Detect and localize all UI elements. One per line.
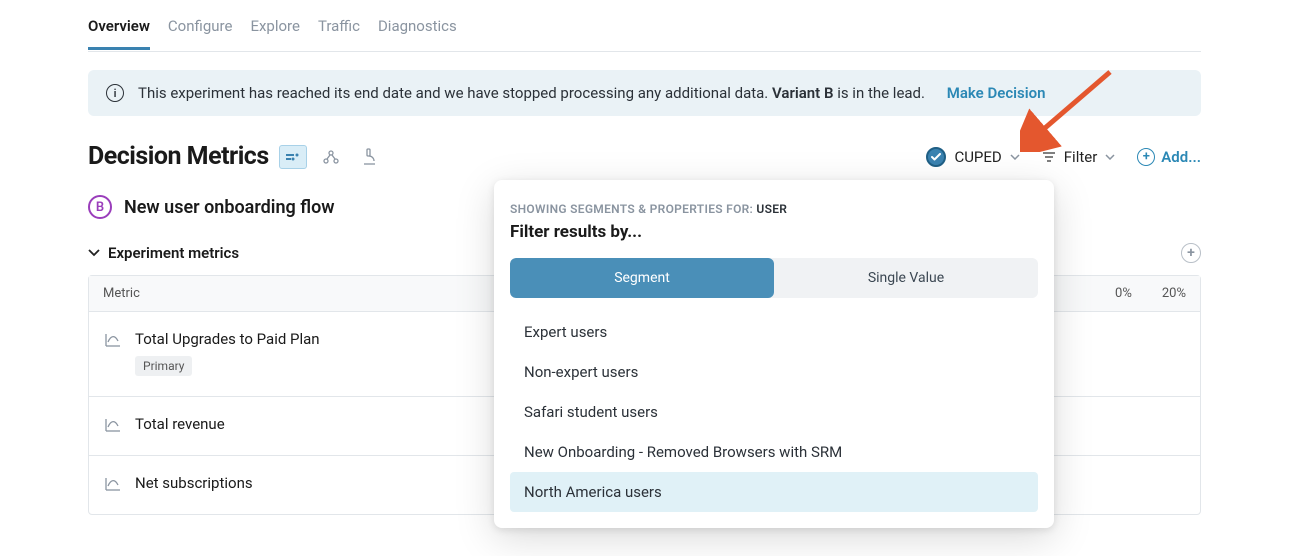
tab-diagnostics[interactable]: Diagnostics: [378, 3, 457, 49]
segment-item[interactable]: Non-expert users: [510, 352, 1038, 392]
cuped-toggle[interactable]: CUPED: [926, 147, 1019, 167]
info-trail: is in the lead.: [833, 84, 925, 102]
chevron-down-icon: [1105, 154, 1115, 160]
plus-icon: +: [1137, 148, 1155, 166]
dense-view-icon[interactable]: [279, 145, 307, 169]
check-icon: [926, 147, 946, 167]
filter-panel: SHOWING SEGMENTS & PROPERTIES FOR: USER …: [494, 180, 1054, 528]
chart-icon: [103, 330, 123, 350]
variant-badge: B: [88, 195, 112, 219]
metric-name: Net subscriptions: [135, 474, 253, 492]
filter-caption: SHOWING SEGMENTS & PROPERTIES FOR: USER: [510, 202, 1038, 216]
microscope-icon[interactable]: [355, 145, 383, 169]
metric-name: Total revenue: [135, 415, 225, 433]
info-text: This experiment has reached its end date…: [138, 84, 1046, 102]
segment-item[interactable]: Expert users: [510, 312, 1038, 352]
experiment-metrics-label: Experiment metrics: [108, 244, 239, 262]
primary-tag: Primary: [135, 356, 192, 376]
filter-tab-single-value[interactable]: Single Value: [774, 258, 1038, 298]
tab-explore[interactable]: Explore: [250, 3, 300, 49]
graph-view-icon[interactable]: [317, 145, 345, 169]
segment-item[interactable]: North America users: [510, 472, 1038, 512]
filter-tab-segment[interactable]: Segment: [510, 258, 774, 298]
col-pct-20: 20%: [1162, 286, 1186, 301]
filter-icon: [1042, 151, 1056, 163]
add-metric-button[interactable]: +: [1181, 243, 1201, 263]
col-pct-0: 0%: [1115, 286, 1132, 301]
variant-name: New user onboarding flow: [124, 197, 335, 218]
filter-caption-scope: USER: [756, 202, 787, 216]
tab-configure[interactable]: Configure: [168, 3, 233, 49]
segment-item[interactable]: Safari student users: [510, 392, 1038, 432]
experiment-metrics-toggle[interactable]: Experiment metrics: [88, 244, 239, 262]
info-lead: This experiment has reached its end date…: [138, 84, 772, 102]
filter-caption-pre: SHOWING SEGMENTS & PROPERTIES FOR:: [510, 202, 756, 216]
tab-traffic[interactable]: Traffic: [318, 3, 360, 49]
metric-name: Total Upgrades to Paid Plan: [135, 330, 320, 348]
col-metric: Metric: [103, 286, 140, 301]
chevron-down-icon: [88, 249, 100, 257]
section-title: Decision Metrics: [88, 142, 269, 171]
filter-type-toggle: Segment Single Value: [510, 258, 1038, 298]
chart-icon: [103, 415, 123, 435]
info-icon: i: [106, 84, 124, 102]
cuped-label: CUPED: [954, 148, 1001, 166]
add-label: Add...: [1161, 148, 1201, 166]
annotation-arrow: [1020, 62, 1130, 152]
tab-overview[interactable]: Overview: [88, 3, 150, 50]
chart-icon: [103, 474, 123, 494]
info-bold: Variant B: [772, 84, 833, 102]
top-tabs: Overview Configure Explore Traffic Diagn…: [88, 0, 1201, 52]
segment-item[interactable]: New Onboarding - Removed Browsers with S…: [510, 432, 1038, 472]
add-button[interactable]: + Add...: [1137, 148, 1201, 166]
chevron-down-icon: [1010, 154, 1020, 160]
segment-list: Expert users Non-expert users Safari stu…: [510, 312, 1038, 512]
filter-title: Filter results by...: [510, 222, 1038, 242]
